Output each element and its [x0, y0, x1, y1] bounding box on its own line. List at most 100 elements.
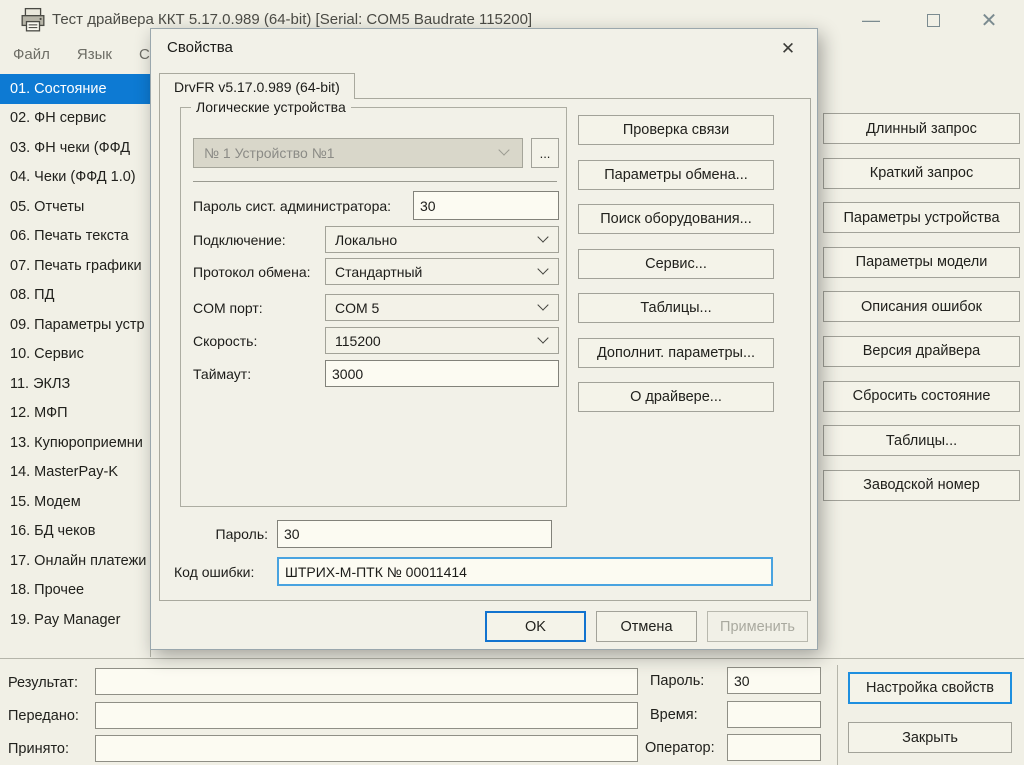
- service-button[interactable]: Сервис...: [578, 248, 774, 279]
- protocol-combo[interactable]: Стандартный: [325, 258, 559, 285]
- close-icon[interactable]: ✕: [966, 0, 1012, 40]
- chevron-down-icon: [537, 298, 549, 311]
- dialog-button-column: Проверка связи Параметры обмена... Поиск…: [578, 115, 774, 412]
- device-browse-button[interactable]: ...: [531, 138, 559, 168]
- logical-devices-group: Логические устройства № 1 Устройство №1 …: [180, 99, 567, 507]
- menu-language[interactable]: Язык: [77, 46, 112, 63]
- sent-label: Передано:: [8, 708, 79, 724]
- chevron-down-icon: [498, 144, 510, 156]
- time-field[interactable]: [727, 701, 821, 728]
- baudrate-label: Скорость:: [193, 332, 258, 349]
- dialog-close-icon[interactable]: ✕: [773, 35, 803, 63]
- sidebar-item[interactable]: 12. МФП: [0, 399, 150, 429]
- menu-bar: Файл Язык Спр: [0, 40, 166, 68]
- result-field[interactable]: [95, 668, 638, 695]
- sidebar-item[interactable]: 15. Модем: [0, 487, 150, 517]
- com-port-label: COM порт:: [193, 299, 263, 316]
- properties-settings-button[interactable]: Настройка свойств: [848, 672, 1012, 704]
- timeout-input[interactable]: [325, 360, 559, 387]
- sidebar-item[interactable]: 04. Чеки (ФФД 1.0): [0, 163, 150, 193]
- sidebar-list: 01. Состояние 02. ФН сервис 03. ФН чеки …: [0, 68, 151, 657]
- sidebar-item[interactable]: 08. ПД: [0, 281, 150, 311]
- sidebar-item[interactable]: 17. Онлайн платежи: [0, 546, 150, 576]
- sidebar-item[interactable]: 18. Прочее: [0, 576, 150, 606]
- com-port-combo[interactable]: COM 5: [325, 294, 559, 321]
- protocol-label: Протокол обмена:: [193, 263, 311, 280]
- sidebar-item[interactable]: 11. ЭКЛЗ: [0, 369, 150, 399]
- password-field[interactable]: [727, 667, 821, 694]
- search-equipment-button[interactable]: Поиск оборудования...: [578, 204, 774, 234]
- tables-button[interactable]: Таблицы...: [823, 425, 1020, 457]
- reset-state-button[interactable]: Сбросить состояние: [823, 380, 1020, 412]
- menu-file[interactable]: Файл: [13, 46, 50, 63]
- baudrate-combo[interactable]: 115200: [325, 327, 559, 354]
- result-label: Результат:: [8, 675, 78, 691]
- sidebar-item[interactable]: 05. Отчеты: [0, 192, 150, 222]
- additional-params-button[interactable]: Дополнит. параметры...: [578, 337, 774, 368]
- error-descriptions-button[interactable]: Описания ошибок: [823, 291, 1020, 323]
- cancel-button[interactable]: Отмена: [596, 611, 697, 642]
- sidebar-item[interactable]: 10. Сервис: [0, 340, 150, 370]
- error-code-input[interactable]: [277, 557, 773, 586]
- tab-page: Логические устройства № 1 Устройство №1 …: [159, 98, 811, 601]
- connection-combo[interactable]: Локально: [325, 226, 559, 253]
- dialog-title: Свойства: [167, 39, 233, 56]
- sidebar-item[interactable]: 19. Pay Manager: [0, 605, 150, 635]
- group-separator: [193, 181, 557, 182]
- received-field[interactable]: [95, 735, 638, 762]
- short-request-button[interactable]: Краткий запрос: [823, 157, 1020, 189]
- about-driver-button[interactable]: О драйвере...: [578, 382, 774, 412]
- dialog-tables-button[interactable]: Таблицы...: [578, 293, 774, 323]
- protocol-value: Стандартный: [335, 263, 423, 280]
- minimize-icon[interactable]: —: [848, 0, 894, 40]
- app-window: Тест драйвера ККТ 5.17.0.989 (64-bit) [S…: [0, 0, 1024, 765]
- serial-number-button[interactable]: Заводской номер: [823, 469, 1020, 501]
- sidebar-item[interactable]: 14. MasterPay-K: [0, 458, 150, 488]
- connection-label: Подключение:: [193, 231, 286, 248]
- device-params-button[interactable]: Параметры устройства: [823, 202, 1020, 234]
- apply-button: Применить: [707, 611, 808, 642]
- time-label: Время:: [650, 707, 698, 723]
- chevron-down-icon: [537, 331, 549, 344]
- group-title: Логические устройства: [191, 99, 351, 115]
- maximize-icon[interactable]: [910, 0, 956, 40]
- long-request-button[interactable]: Длинный запрос: [823, 113, 1020, 144]
- logical-device-value: № 1 Устройство №1: [204, 145, 335, 161]
- error-code-label: Код ошибки:: [174, 563, 255, 580]
- sidebar-item[interactable]: 16. БД чеков: [0, 517, 150, 547]
- status-divider: [837, 665, 838, 765]
- connection-value: Локально: [335, 231, 398, 248]
- admin-password-label: Пароль сист. администратора:: [193, 197, 392, 214]
- dialog-password-input[interactable]: [277, 520, 552, 548]
- sidebar-item[interactable]: 03. ФН чеки (ФФД: [0, 133, 150, 163]
- operator-field[interactable]: [727, 734, 821, 761]
- sidebar-item[interactable]: 06. Печать текста: [0, 222, 150, 252]
- admin-password-input[interactable]: [413, 191, 559, 220]
- status-panel: Результат: Передано: Принято: Пароль: Вр…: [0, 658, 1024, 765]
- sidebar-item[interactable]: 13. Купюроприемни: [0, 428, 150, 458]
- received-label: Принято:: [8, 741, 70, 757]
- main-button-column: Длинный запрос Краткий запрос Параметры …: [823, 113, 1020, 501]
- password-label: Пароль:: [650, 673, 705, 689]
- logical-device-combo: № 1 Устройство №1: [193, 138, 523, 168]
- sent-field[interactable]: [95, 702, 638, 729]
- close-window-button[interactable]: Закрыть: [848, 722, 1012, 753]
- exchange-params-button[interactable]: Параметры обмена...: [578, 159, 774, 190]
- dialog-password-label: Пароль:: [215, 526, 268, 542]
- ok-button[interactable]: OK: [485, 611, 586, 642]
- driver-version-button[interactable]: Версия драйвера: [823, 335, 1020, 367]
- chevron-down-icon: [537, 262, 549, 275]
- baudrate-value: 115200: [335, 332, 381, 349]
- sidebar-item[interactable]: 02. ФН сервис: [0, 104, 150, 134]
- check-connection-button[interactable]: Проверка связи: [578, 115, 774, 145]
- model-params-button[interactable]: Параметры модели: [823, 246, 1020, 278]
- sidebar-item-state[interactable]: 01. Состояние: [0, 74, 150, 104]
- chevron-down-icon: [537, 230, 549, 243]
- window-title: Тест драйвера ККТ 5.17.0.989 (64-bit) [S…: [52, 11, 533, 28]
- printer-icon: [20, 7, 46, 33]
- sidebar-item[interactable]: 07. Печать графики: [0, 251, 150, 281]
- tab-drvfr[interactable]: DrvFR v5.17.0.989 (64-bit): [159, 73, 355, 99]
- sidebar-item[interactable]: 09. Параметры устр: [0, 310, 150, 340]
- timeout-label: Таймаут:: [193, 365, 252, 382]
- operator-label: Оператор:: [645, 740, 715, 756]
